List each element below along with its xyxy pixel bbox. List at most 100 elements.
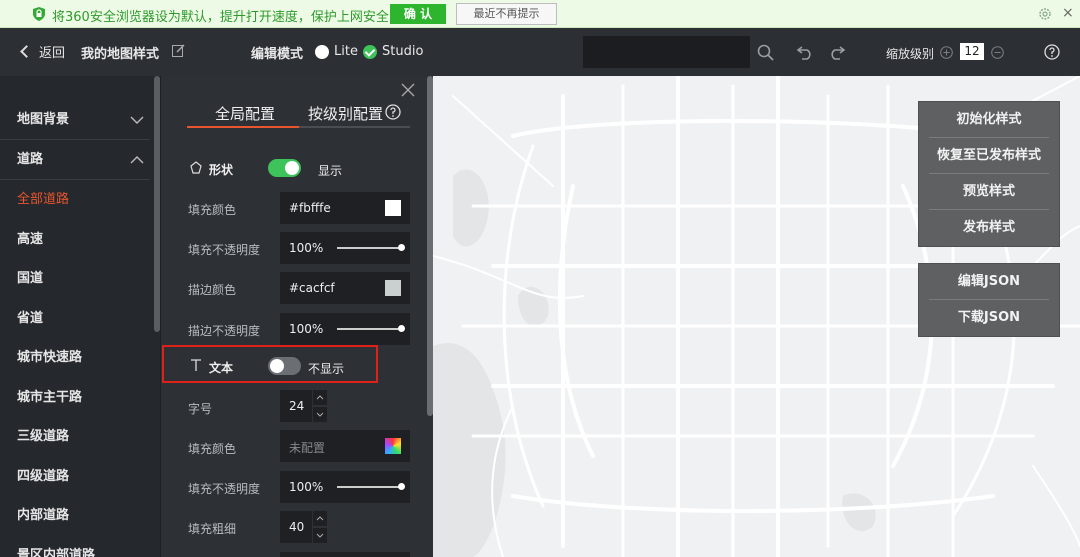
zoom-out-icon[interactable] bbox=[991, 46, 1004, 59]
zoom-level-value[interactable]: 12 bbox=[960, 43, 984, 60]
redo-icon[interactable] bbox=[828, 44, 846, 60]
sidebar-item-label: 内部道路 bbox=[17, 508, 70, 523]
dismiss-button[interactable]: 最近不再提示 bbox=[456, 3, 557, 25]
font-size-stepper[interactable]: 24 bbox=[280, 390, 328, 422]
chevron-down-icon bbox=[130, 116, 144, 124]
text-weight-value[interactable]: 40 bbox=[280, 511, 312, 543]
back-label: 返回 bbox=[39, 46, 66, 61]
sidebar-item-label: 城市主干路 bbox=[17, 390, 83, 405]
fill-color-field[interactable]: #fbfffe bbox=[280, 192, 410, 224]
slider-handle[interactable] bbox=[398, 244, 405, 251]
increment-icon[interactable] bbox=[313, 511, 327, 526]
stroke-opacity-slider[interactable] bbox=[337, 328, 402, 330]
confirm-default-button[interactable]: 确 认 bbox=[390, 4, 446, 24]
publish-style-button[interactable]: 发布样式 bbox=[929, 210, 1049, 246]
init-style-button[interactable]: 初始化样式 bbox=[929, 102, 1049, 138]
download-json-button[interactable]: 下载JSON bbox=[929, 300, 1049, 336]
chevron-up-icon bbox=[130, 156, 144, 164]
sidebar-item-arterial-road[interactable]: 城市主干路 bbox=[0, 378, 150, 418]
fill-color-swatch[interactable] bbox=[385, 200, 401, 216]
stroke-color-value: #cacfcf bbox=[289, 281, 335, 295]
text-fill-color-field[interactable]: 未配置 bbox=[280, 430, 410, 462]
zoom-in-icon[interactable] bbox=[940, 46, 953, 59]
notification-message: 将360安全浏览器设为默认，提升打开速度，保护上网安全 bbox=[52, 10, 389, 25]
lite-mode-label[interactable]: Lite bbox=[334, 44, 358, 59]
tab-underline bbox=[187, 126, 410, 128]
undo-icon[interactable] bbox=[796, 44, 814, 60]
stroke-color-field[interactable]: #cacfcf bbox=[280, 272, 410, 304]
fill-opacity-slider[interactable] bbox=[337, 247, 402, 249]
studio-mode-radio[interactable] bbox=[363, 45, 377, 59]
edit-title-icon[interactable] bbox=[172, 44, 185, 57]
sidebar-item-national-road[interactable]: 国道 bbox=[0, 259, 150, 299]
page-title: 我的地图样式 bbox=[81, 47, 160, 62]
text-weight-label: 填充粗细 bbox=[188, 522, 237, 536]
text-fill-opacity-value: 100% bbox=[289, 480, 324, 494]
stroke-opacity-label: 描边不透明度 bbox=[188, 324, 261, 338]
color-picker-icon[interactable] bbox=[385, 438, 401, 454]
restore-published-button[interactable]: 恢复至已发布样式 bbox=[929, 138, 1049, 174]
annotation-highlight-box bbox=[162, 345, 378, 383]
shape-visible-toggle[interactable] bbox=[268, 159, 301, 177]
sidebar-item-highway[interactable]: 高速 bbox=[0, 220, 150, 260]
tab-level-config[interactable]: 按级别配置 bbox=[308, 103, 383, 124]
search-input[interactable] bbox=[583, 36, 750, 68]
tab-global-config[interactable]: 全局配置 bbox=[215, 103, 275, 124]
stroke-opacity-value: 100% bbox=[289, 322, 324, 336]
sidebar-item-tertiary-road[interactable]: 三级道路 bbox=[0, 417, 150, 457]
close-notification-icon[interactable]: × bbox=[1062, 5, 1074, 21]
sidebar-item-label: 道路 bbox=[17, 152, 44, 167]
category-sidebar: 地图背景 道路 全部道路 高速 国道 省道 城市快速路 城市主干路 三级道路 四… bbox=[0, 76, 160, 557]
edit-mode-label: 编辑模式 bbox=[251, 47, 304, 62]
sidebar-item-urban-expressway[interactable]: 城市快速路 bbox=[0, 338, 150, 378]
text-fill-opacity-slider[interactable] bbox=[337, 486, 402, 488]
studio-mode-label[interactable]: Studio bbox=[382, 44, 423, 59]
next-field bbox=[280, 552, 410, 557]
active-tab-indicator bbox=[187, 126, 299, 128]
sidebar-item-map-background[interactable]: 地图背景 bbox=[0, 100, 150, 140]
park-areas bbox=[433, 169, 876, 557]
increment-icon[interactable] bbox=[313, 390, 327, 405]
close-icon[interactable] bbox=[401, 83, 415, 97]
decrement-icon[interactable] bbox=[313, 407, 327, 422]
fill-opacity-field[interactable]: 100% bbox=[280, 232, 410, 264]
preview-style-button[interactable]: 预览样式 bbox=[929, 174, 1049, 210]
top-toolbar: 返回 我的地图样式 编辑模式 Lite Studio 缩放级别 12 bbox=[0, 28, 1080, 76]
sidebar-item-label: 景区内部道路 bbox=[17, 548, 96, 557]
edit-json-button[interactable]: 编辑JSON bbox=[929, 264, 1049, 300]
stroke-color-swatch[interactable] bbox=[385, 280, 401, 296]
toggle-knob bbox=[285, 161, 299, 175]
chevron-left-icon bbox=[20, 45, 33, 58]
slider-handle[interactable] bbox=[398, 325, 405, 332]
help-icon[interactable] bbox=[1044, 44, 1060, 60]
sidebar-item-label: 全部道路 bbox=[17, 192, 70, 207]
decrement-icon[interactable] bbox=[313, 528, 327, 543]
sidebar-item-label: 省道 bbox=[17, 311, 44, 326]
font-size-label: 字号 bbox=[188, 402, 213, 416]
text-fill-color-label: 填充颜色 bbox=[188, 442, 237, 456]
gear-icon[interactable] bbox=[1038, 7, 1052, 21]
sidebar-item-scenic-road[interactable]: 景区内部道路 bbox=[0, 536, 150, 557]
fill-color-label: 填充颜色 bbox=[188, 203, 237, 217]
text-fill-opacity-label: 填充不透明度 bbox=[188, 482, 261, 496]
slider-handle[interactable] bbox=[398, 483, 405, 490]
font-size-value[interactable]: 24 bbox=[280, 390, 312, 422]
sidebar-item-label: 高速 bbox=[17, 232, 44, 247]
sidebar-item-fourth-road[interactable]: 四级道路 bbox=[0, 457, 150, 497]
stroke-opacity-field[interactable]: 100% bbox=[280, 313, 410, 345]
search-icon[interactable] bbox=[757, 44, 774, 61]
help-icon[interactable] bbox=[385, 104, 401, 120]
sidebar-item-provincial-road[interactable]: 省道 bbox=[0, 299, 150, 339]
browser-notification-bar: 将360安全浏览器设为默认，提升打开速度，保护上网安全 确 认 最近不再提示 × bbox=[0, 0, 1080, 28]
sidebar-item-label: 城市快速路 bbox=[17, 350, 83, 365]
sidebar-item-internal-road[interactable]: 内部道路 bbox=[0, 496, 150, 536]
style-config-panel: 全局配置 按级别配置 形状 显示 填充颜色 #fbfffe 填充不透明度 100… bbox=[160, 76, 433, 557]
back-button[interactable]: 返回 bbox=[20, 42, 66, 61]
text-weight-stepper[interactable]: 40 bbox=[280, 511, 328, 543]
text-fill-opacity-field[interactable]: 100% bbox=[280, 471, 410, 503]
lite-mode-radio[interactable] bbox=[315, 45, 329, 59]
sidebar-item-roads[interactable]: 道路 bbox=[0, 140, 150, 180]
sidebar-item-label: 四级道路 bbox=[17, 469, 70, 484]
sidebar-item-all-roads[interactable]: 全部道路 bbox=[0, 180, 150, 220]
sidebar-item-label: 地图背景 bbox=[17, 112, 70, 127]
